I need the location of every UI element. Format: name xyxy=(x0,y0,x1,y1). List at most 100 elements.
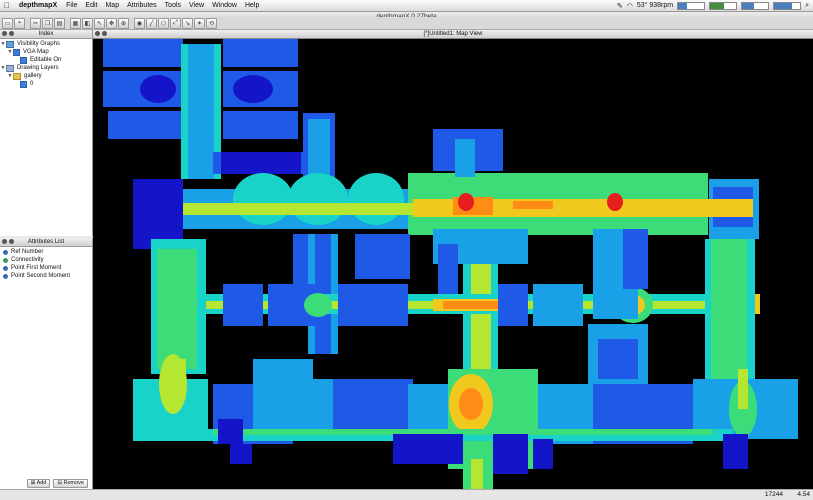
tree-item-editable[interactable]: Editable On xyxy=(0,56,92,64)
agent-icon[interactable]: ⟲ xyxy=(206,17,217,29)
index-panel: Index ▼ Visibility Graphs ▼ VGA Map Editab… xyxy=(0,30,93,236)
toolbar: ▭ ▪ ✂ ❐ ▤ ▦ ◧ ↖ ✥ ⊕ ◉ ╱ ⬠ ⤢ ↘ ✶ ⟲ xyxy=(0,17,813,30)
menu-attributes[interactable]: Attributes xyxy=(123,2,161,9)
map-cell-block xyxy=(408,384,448,429)
map-view-title: [*]Untitled1: Map View xyxy=(423,31,483,37)
fill-icon[interactable]: ◧ xyxy=(82,17,93,29)
open-icon[interactable]: ▭ xyxy=(2,17,13,29)
remove-attribute-button[interactable]: ⊟ Remove xyxy=(53,479,88,488)
tree-item-visibility-graphs[interactable]: ▼ Visibility Graphs xyxy=(0,40,92,48)
map-cell-block xyxy=(598,339,638,379)
menu-file[interactable]: File xyxy=(62,2,81,9)
index-panel-title: Index xyxy=(38,31,54,37)
map-cell-block xyxy=(493,434,528,474)
attribute-icon xyxy=(3,249,8,255)
map-cell-block xyxy=(623,229,648,289)
attributes-list: Ref Number Connectivity Point First Mome… xyxy=(0,247,92,280)
map-cell-block xyxy=(533,439,553,469)
map-cell-block xyxy=(723,434,748,469)
zoom-icon[interactable]: ⊕ xyxy=(118,17,129,29)
map-cell-block xyxy=(355,234,410,279)
step-icon[interactable]: ↘ xyxy=(182,17,193,29)
isovist-icon[interactable]: ◉ xyxy=(134,17,145,29)
attribute-point-first-moment[interactable]: Point First Moment xyxy=(0,264,92,272)
attribute-ref-number[interactable]: Ref Number xyxy=(0,248,92,256)
disk-meter xyxy=(741,1,770,10)
map-cell-block xyxy=(223,284,263,326)
attribute-icon xyxy=(3,257,8,263)
map-cell-block xyxy=(738,369,748,409)
menu-view[interactable]: View xyxy=(185,2,208,9)
cell-count: 17244 xyxy=(764,491,783,498)
index-panel-header: Index xyxy=(0,30,92,39)
attributes-panel: Attributes List Ref Number Connectivity … xyxy=(0,238,93,490)
menu-edit[interactable]: Edit xyxy=(81,2,101,9)
map-cell-block xyxy=(157,249,197,369)
graph-icon[interactable]: ✶ xyxy=(194,17,205,29)
search-icon[interactable]: ⌕ xyxy=(805,2,809,10)
pan-icon[interactable]: ✥ xyxy=(106,17,117,29)
map-cell-block xyxy=(218,419,243,444)
grid-icon[interactable]: ▦ xyxy=(70,17,81,29)
memory-meter xyxy=(709,1,738,10)
map-cell-block xyxy=(533,284,583,326)
script-icon[interactable]: ✎ xyxy=(617,2,623,10)
select-icon[interactable]: ↖ xyxy=(94,17,105,29)
corridor xyxy=(188,44,214,179)
temperature-readout: 53° 938rpm xyxy=(636,2,674,9)
network-meter xyxy=(773,1,802,10)
menu-map[interactable]: Map xyxy=(101,2,123,9)
vga-map-canvas[interactable] xyxy=(93,39,813,489)
map-cell-block xyxy=(455,139,475,177)
map-hotspot xyxy=(304,293,332,317)
map-hotspot xyxy=(233,173,293,225)
map-cell-block xyxy=(178,359,186,399)
map-cell-block xyxy=(103,39,183,67)
map-cell-block xyxy=(443,301,498,309)
menu-window[interactable]: Window xyxy=(208,2,241,9)
save-icon[interactable]: ▪ xyxy=(14,17,25,29)
menu-bar:  depthmapX File Edit Map Attributes Too… xyxy=(0,0,813,12)
cut-icon[interactable]: ✂ xyxy=(30,17,41,29)
polygon-icon[interactable]: ⬠ xyxy=(158,17,169,29)
attribute-point-second-moment[interactable]: Point Second Moment xyxy=(0,272,92,280)
menu-help[interactable]: Help xyxy=(241,2,263,9)
add-attribute-button[interactable]: ⊞ Add xyxy=(26,479,51,488)
attributes-panel-title: Attributes List xyxy=(27,239,65,245)
folder-icon xyxy=(13,72,21,80)
tree-item-layer-0[interactable]: 0 xyxy=(0,80,92,88)
checkbox[interactable] xyxy=(20,56,27,64)
map-cell-block xyxy=(513,201,553,209)
line-icon[interactable]: ╱ xyxy=(146,17,157,29)
menu-tools[interactable]: Tools xyxy=(161,2,185,9)
tree-item-gallery[interactable]: ▼ gallery xyxy=(0,72,92,80)
status-area: ✎ ◠ 53° 938rpm ⌕ xyxy=(617,1,813,10)
map-cell-block xyxy=(108,111,183,139)
map-cell-block xyxy=(393,434,463,464)
apple-menu-icon[interactable]:  xyxy=(0,1,14,10)
map-cell-block xyxy=(223,39,298,67)
map-cell-block xyxy=(471,459,483,489)
tree-item-drawing-layers[interactable]: ▼ Drawing Layers xyxy=(0,64,92,72)
map-hotspot xyxy=(233,75,273,103)
axial-icon[interactable]: ⤢ xyxy=(170,17,181,29)
checkbox[interactable] xyxy=(20,80,27,88)
attribute-connectivity[interactable]: Connectivity xyxy=(0,256,92,264)
map-hotspot xyxy=(288,173,348,225)
tree-item-vga-map[interactable]: ▼ VGA Map xyxy=(0,48,92,56)
paste-icon[interactable]: ▤ xyxy=(54,17,65,29)
peak-hotspot xyxy=(607,193,623,211)
index-tree: ▼ Visibility Graphs ▼ VGA Map Editable On … xyxy=(0,39,92,88)
app-menu[interactable]: depthmapX xyxy=(14,2,62,9)
attribute-icon xyxy=(3,265,8,271)
wifi-icon[interactable]: ◠ xyxy=(627,2,633,10)
map-view-window: [*]Untitled1: Map View xyxy=(93,30,813,489)
map-cell-block xyxy=(133,204,158,224)
map-hotspot xyxy=(459,388,483,420)
copy-icon[interactable]: ❐ xyxy=(42,17,53,29)
map-cell-block xyxy=(338,284,408,326)
checkbox[interactable] xyxy=(13,48,20,56)
map-cell-block xyxy=(221,152,301,174)
map-hotspot xyxy=(348,173,404,225)
zoom-level: 4.54 xyxy=(797,491,810,498)
